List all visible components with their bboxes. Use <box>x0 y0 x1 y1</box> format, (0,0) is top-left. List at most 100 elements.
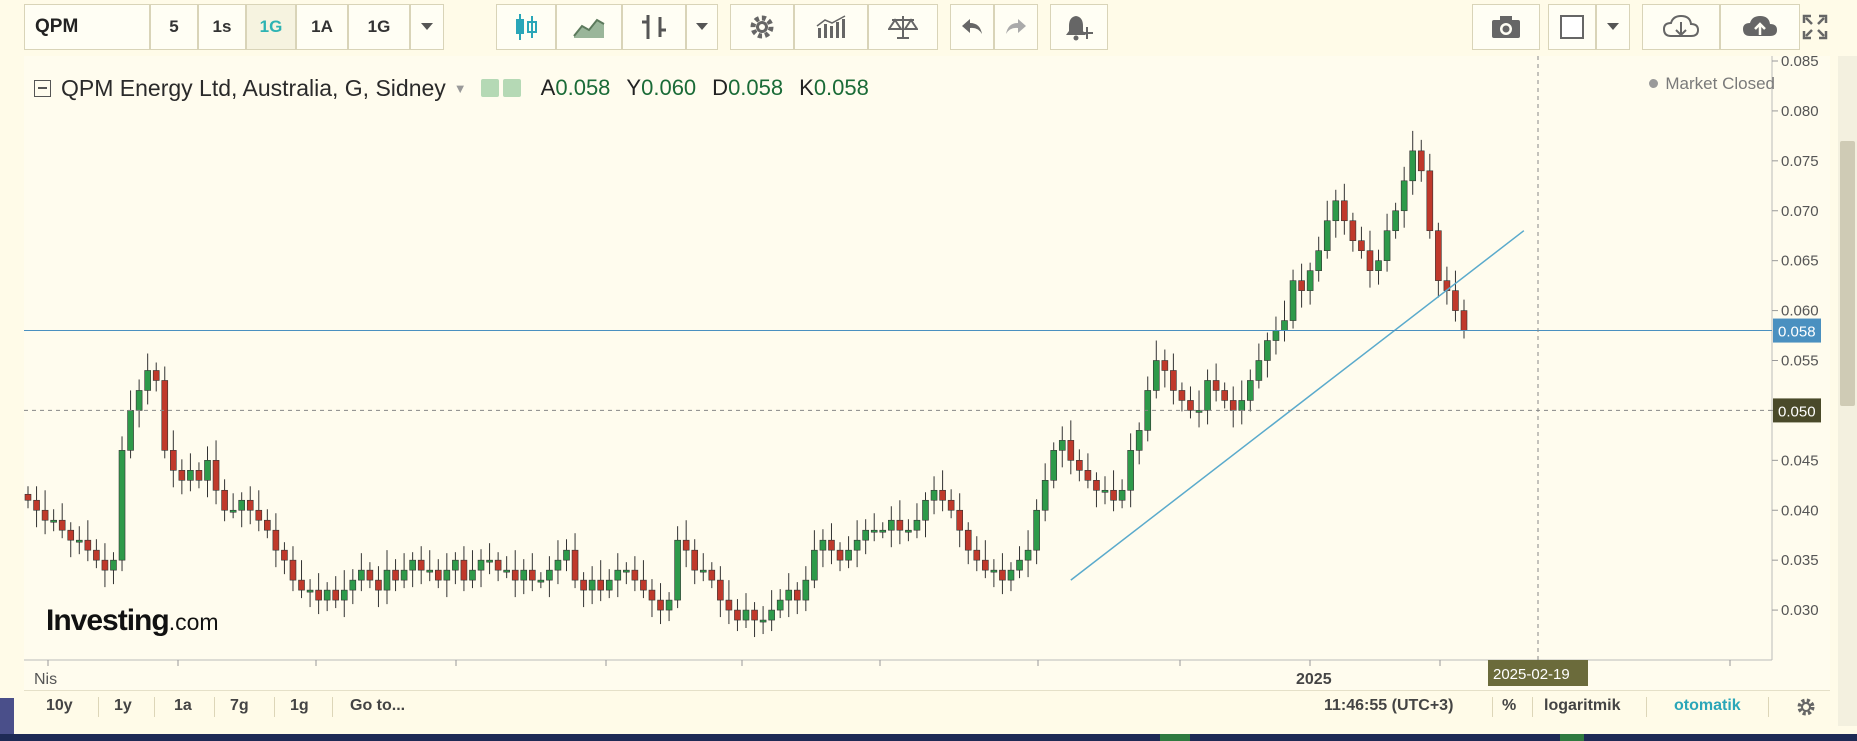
candle-body <box>905 529 912 533</box>
candle-body <box>187 470 194 481</box>
candle-body <box>742 609 750 621</box>
clock-timezone[interactable]: 11:46:55 (UTC+3) <box>1324 697 1453 715</box>
range-1y-button[interactable]: 1y <box>114 697 132 715</box>
collapse-legend-icon[interactable] <box>34 79 51 97</box>
candle-body <box>1332 200 1340 222</box>
range-1g-button[interactable]: 1g <box>290 697 309 715</box>
range-10y-button[interactable]: 10y <box>46 697 73 715</box>
y-tick-label: 0.040 <box>1781 502 1819 519</box>
candle-body <box>1375 260 1382 271</box>
candle-body <box>494 559 502 571</box>
candle-body <box>306 589 314 593</box>
candle-body <box>400 569 408 581</box>
candle-body <box>956 509 963 531</box>
candle-body <box>1084 470 1092 481</box>
y-tick-label: 0.045 <box>1781 452 1819 469</box>
percent-scale-toggle[interactable]: % <box>1502 697 1516 715</box>
candle-body <box>682 539 690 551</box>
candle-body <box>1058 440 1066 451</box>
candle-body <box>1281 320 1288 331</box>
candle-body <box>1426 170 1434 232</box>
candle-body <box>1033 509 1040 551</box>
candle-body <box>1238 400 1246 411</box>
log-scale-toggle[interactable]: logaritmik <box>1544 697 1620 715</box>
chevron-down-icon[interactable]: ▼ <box>454 81 467 96</box>
candle-body <box>170 450 177 471</box>
candle-body <box>332 589 340 601</box>
candle-body <box>999 569 1006 581</box>
settings-gear-icon[interactable] <box>1796 697 1816 717</box>
candle-body <box>1229 400 1237 411</box>
auto-scale-toggle[interactable]: otomatik <box>1674 697 1741 715</box>
candle-body <box>708 569 716 581</box>
scrollbar-thumb[interactable] <box>1840 141 1855 406</box>
candle-body <box>1110 489 1117 501</box>
ohlc-key: K <box>799 75 814 100</box>
candle-body <box>452 559 459 571</box>
settings-small-icon[interactable] <box>502 79 521 97</box>
candle-body <box>178 470 186 481</box>
candle-body <box>947 499 955 511</box>
candle-body <box>1264 340 1271 361</box>
candle-body <box>204 460 211 481</box>
range-bar: 10y 1y 1a 7g 1g Go to... 11:46:55 (UTC+3… <box>24 690 1830 723</box>
candle-body <box>973 549 981 561</box>
candle-body <box>922 499 929 521</box>
candle-body <box>1298 280 1305 291</box>
range-1a-button[interactable]: 1a <box>174 697 192 715</box>
candle-body <box>888 519 895 531</box>
candle-body <box>597 579 604 591</box>
candle-body <box>127 410 134 451</box>
candle-body <box>819 539 827 551</box>
vertical-scrollbar[interactable] <box>1838 56 1857 726</box>
y-tick-label: 0.055 <box>1781 353 1819 370</box>
candle-body <box>340 589 348 601</box>
candle-body <box>1050 450 1058 481</box>
eye-icon[interactable] <box>480 79 499 97</box>
candle-body <box>221 489 228 511</box>
candle-body <box>238 499 245 511</box>
candle-body <box>1212 380 1220 391</box>
ohlc-key: A <box>540 75 556 100</box>
candle-body <box>33 499 40 511</box>
market-status: Market Closed <box>1649 74 1775 94</box>
candle-body <box>1135 430 1143 451</box>
candle-body <box>417 559 425 571</box>
candle-body <box>67 529 75 541</box>
divider <box>1492 697 1493 717</box>
candle-body <box>1016 559 1023 571</box>
candle-body <box>1118 489 1126 501</box>
divider <box>274 697 275 717</box>
candle-body <box>110 559 117 571</box>
candle-body <box>50 519 57 523</box>
candle-body <box>717 579 724 601</box>
candle-body <box>93 549 100 561</box>
candle-body <box>460 559 468 581</box>
candle-body <box>982 559 989 571</box>
candle-body <box>1221 390 1228 401</box>
crosshair-date-label: 2025-02-19 <box>1493 666 1570 683</box>
candle-body <box>1306 270 1314 291</box>
goto-date-button[interactable]: Go to... <box>350 697 405 715</box>
candle-body <box>699 569 707 573</box>
range-7g-button[interactable]: 7g <box>230 697 249 715</box>
candle-body <box>546 569 553 581</box>
candle-body <box>195 470 203 481</box>
candle-body <box>913 519 921 531</box>
candle-body <box>366 569 374 581</box>
candle-body <box>1417 150 1425 172</box>
candle-body <box>349 579 357 591</box>
candle-body <box>426 569 434 573</box>
candle-body <box>135 390 143 411</box>
candle-body <box>1366 250 1374 271</box>
candle-body <box>152 370 160 381</box>
y-tick-label: 0.035 <box>1781 552 1819 569</box>
candle-body <box>836 549 844 561</box>
x-tick-label: 2025 <box>1296 671 1332 688</box>
candle-body <box>161 380 169 451</box>
window-edge <box>0 698 14 734</box>
candle-body <box>964 529 972 551</box>
ohlc-close: K0.058 <box>799 75 869 101</box>
candle-body <box>1400 180 1408 212</box>
candle-body <box>563 549 570 561</box>
